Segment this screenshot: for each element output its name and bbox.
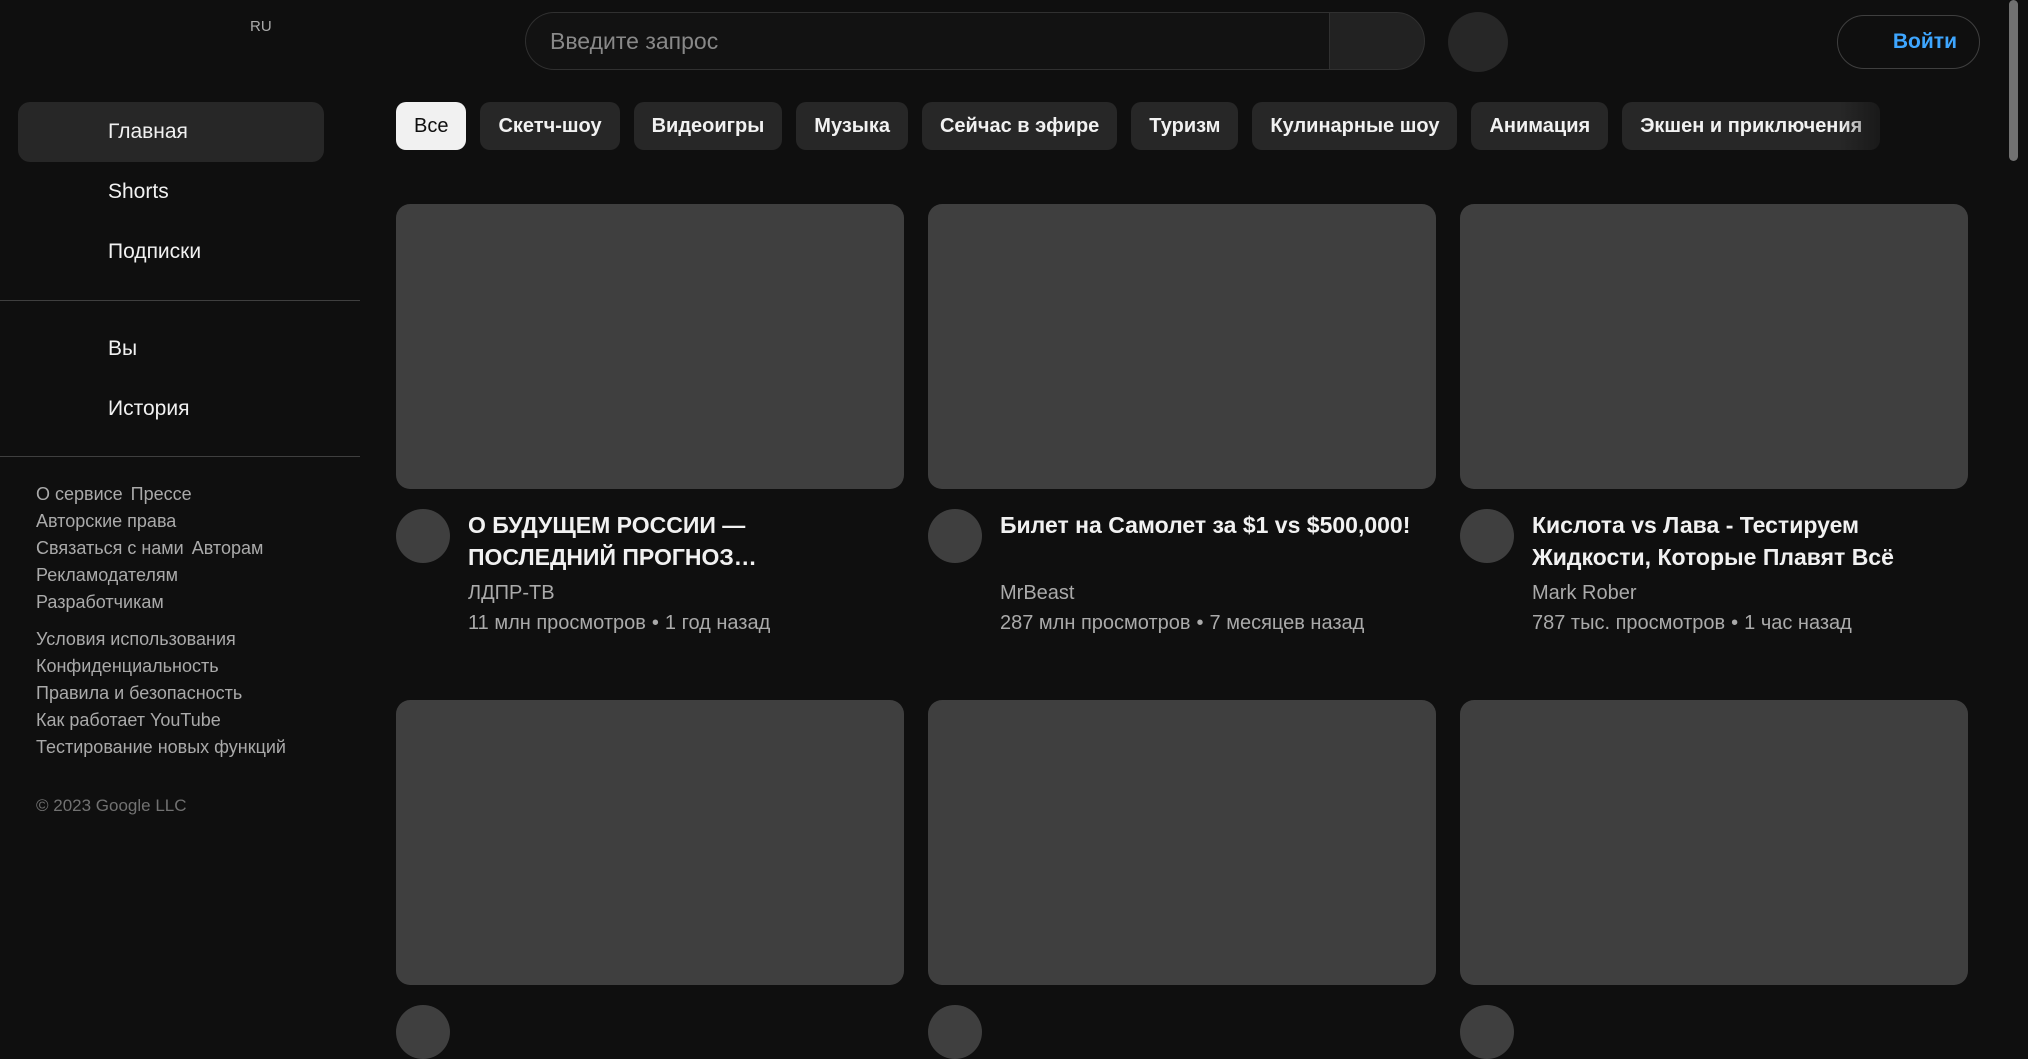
chip-tourism[interactable]: Туризм [1131, 102, 1239, 150]
sidebar-item-subscriptions[interactable]: Подписки [18, 222, 324, 282]
copyright-text: © 2023 Google LLC [36, 796, 187, 815]
video-title[interactable]: О БУДУЩЕМ РОССИИ — ПОСЛЕДНИЙ ПРОГНОЗ… [468, 509, 888, 573]
footer-link-copyright[interactable]: Авторские права [36, 511, 176, 531]
channel-avatar[interactable] [1460, 1005, 1514, 1059]
video-card[interactable] [396, 700, 904, 1059]
sidebar-item-label: Вы [108, 337, 138, 360]
chip-animation[interactable]: Анимация [1471, 102, 1609, 150]
video-channel-name[interactable]: Mark Rober [1532, 582, 1636, 605]
chip-cooking-shows[interactable]: Кулинарные шоу [1252, 102, 1458, 150]
sidebar: Главная Shorts Подписки Вы История О сер… [0, 80, 360, 1013]
sidebar-divider [0, 300, 360, 301]
sidebar-item-label: Shorts [108, 180, 169, 203]
footer-link-test-features[interactable]: Тестирование новых функций [36, 737, 286, 757]
footer-link-contact[interactable]: Связаться с нами [36, 538, 184, 558]
search-input[interactable] [525, 12, 1329, 70]
video-age: 1 час назад [1744, 612, 1852, 634]
channel-avatar[interactable] [928, 509, 982, 563]
video-thumbnail[interactable] [928, 700, 1436, 985]
sidebar-item-label: История [108, 397, 190, 420]
sidebar-item-label: Главная [108, 120, 188, 143]
footer-link-about[interactable]: О сервисе [36, 484, 123, 504]
footer-link-advertise[interactable]: Рекламодателям [36, 565, 178, 585]
footer-links-primary: О сервисе Прессе Авторские права Связатьс… [36, 481, 336, 616]
meta-separator: • [1731, 612, 1739, 634]
sidebar-item-home[interactable]: Главная [18, 102, 324, 162]
footer-link-developers[interactable]: Разработчикам [36, 592, 164, 612]
video-channel-name[interactable]: MrBeast [1000, 582, 1074, 605]
channel-avatar[interactable] [396, 1005, 450, 1059]
video-thumbnail[interactable] [1460, 204, 1968, 489]
video-card[interactable] [928, 700, 1436, 1059]
footer-link-creators[interactable]: Авторам [192, 538, 264, 558]
footer-link-how-youtube-works[interactable]: Как работает YouTube [36, 710, 221, 730]
footer-link-press[interactable]: Прессе [131, 484, 192, 504]
footer-link-privacy[interactable]: Конфиденциальность [36, 656, 219, 676]
channel-avatar[interactable] [928, 1005, 982, 1059]
video-card[interactable]: Билет на Самолет за $1 vs $500,000! MrBe… [928, 204, 1436, 634]
signin-label: Войти [1892, 30, 1957, 53]
footer-link-terms[interactable]: Условия использования [36, 629, 236, 649]
chip-sketch-comedy[interactable]: Скетч-шоу [480, 102, 620, 150]
video-thumbnail[interactable] [1460, 700, 1968, 985]
video-title[interactable]: Кислота vs Лава - Тестируем Жидкости, Ко… [1532, 509, 1952, 573]
footer-link-policy[interactable]: Правила и безопасность [36, 683, 242, 703]
video-title[interactable]: Билет на Самолет за $1 vs $500,000! [1000, 509, 1420, 541]
sidebar-item-you[interactable]: Вы [18, 319, 324, 379]
meta-separator: • [651, 612, 659, 634]
video-thumbnail[interactable] [396, 204, 904, 489]
sidebar-item-label: Подписки [108, 240, 202, 263]
sidebar-item-shorts[interactable]: Shorts [18, 162, 324, 222]
video-thumbnail[interactable] [928, 204, 1436, 489]
video-meta: 787 тыс. просмотров • 1 час назад [1532, 612, 1852, 635]
video-card[interactable]: Кислота vs Лава - Тестируем Жидкости, Ко… [1460, 204, 1968, 634]
video-views: 787 тыс. просмотров [1532, 612, 1726, 634]
footer-links-secondary: Условия использования Конфиденциальность… [36, 626, 336, 761]
chip-live[interactable]: Сейчас в эфире [921, 102, 1118, 150]
video-views: 11 млн просмотров [468, 612, 646, 634]
video-meta: 287 млн просмотров • 7 месяцев назад [1000, 612, 1364, 635]
region-badge: RU [250, 18, 272, 35]
sidebar-item-history[interactable]: История [18, 379, 324, 439]
video-card[interactable] [1460, 700, 1968, 1059]
video-age: 1 год назад [664, 612, 771, 634]
search-button[interactable] [1329, 12, 1425, 70]
video-channel-name[interactable]: ЛДПР-ТВ [468, 582, 555, 605]
video-views: 287 млн просмотров [1000, 612, 1191, 634]
meta-separator: • [1196, 612, 1204, 634]
voice-search-button[interactable] [1448, 12, 1508, 72]
chip-video-games[interactable]: Видеоигры [633, 102, 783, 150]
page-scrollbar[interactable] [2009, 0, 2018, 161]
channel-avatar[interactable] [1460, 509, 1514, 563]
video-thumbnail[interactable] [396, 700, 904, 985]
filter-chips: Все Скетч-шоу Видеоигры Музыка Сейчас в эфир… [396, 102, 1901, 150]
chips-fade-overlay [1840, 102, 1910, 150]
sidebar-divider [0, 456, 360, 457]
signin-button[interactable]: Войти [1837, 15, 1980, 69]
chip-all[interactable]: Все [396, 102, 467, 150]
video-age: 7 месяцев назад [1209, 612, 1365, 634]
video-meta: 11 млн просмотров • 1 год назад [468, 612, 770, 635]
video-card[interactable]: О БУДУЩЕМ РОССИИ — ПОСЛЕДНИЙ ПРОГНОЗ… ЛД… [396, 204, 904, 634]
channel-avatar[interactable] [396, 509, 450, 563]
chip-music[interactable]: Музыка [796, 102, 908, 150]
topbar: RU Войти [0, 0, 2028, 80]
